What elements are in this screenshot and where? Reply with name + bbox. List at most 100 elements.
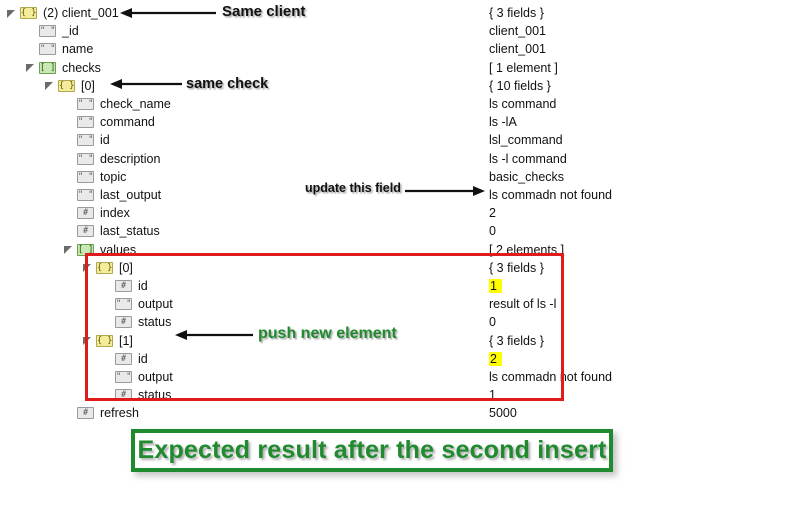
string-icon: " " <box>39 43 56 56</box>
tree-row[interactable]: [ ] checks [ 1 element ] <box>0 59 806 77</box>
expander-triangle-icon[interactable] <box>45 77 55 95</box>
tree-row-key: status <box>138 388 172 403</box>
tree-row-key: checks <box>62 60 101 75</box>
tree-row[interactable]: # id 1 <box>0 277 806 295</box>
expander-triangle-icon[interactable] <box>7 4 17 22</box>
tree-row[interactable]: " " command ls -lA <box>0 113 806 131</box>
string-icon: " " <box>115 371 132 383</box>
expander-triangle-icon[interactable] <box>83 332 93 350</box>
string-icon: " " <box>77 134 94 147</box>
tree-row[interactable]: # status 0 <box>0 313 806 331</box>
object-icon: { } <box>96 334 113 347</box>
tree-row-key: [1] <box>119 333 133 348</box>
tree-row[interactable]: { } [0] { 3 fields } <box>0 259 806 277</box>
tree-row-value: 0 <box>489 315 496 330</box>
tree-row[interactable]: " " id lsl_command <box>0 131 806 149</box>
tree-row-key: id <box>100 133 110 148</box>
tree-row-key: last_output <box>100 188 162 202</box>
tree-row-value: { 3 fields } <box>489 333 544 348</box>
tree-row[interactable]: " " _id client_001 <box>0 22 806 40</box>
tree-row-value: 5000 <box>489 406 517 421</box>
tree-row[interactable]: [ ] values [ 2 elements ] <box>0 241 806 259</box>
tree-row-key: name <box>62 42 94 57</box>
tree-row[interactable]: " " last_output ls commadn not found <box>0 186 806 204</box>
expected-result-banner: Expected result after the second insert <box>131 429 613 472</box>
expander-triangle-icon[interactable] <box>26 59 36 77</box>
object-icon: { } <box>96 261 113 274</box>
string-icon: " " <box>77 116 94 129</box>
number-icon: # <box>115 389 132 402</box>
tree-row-key: status <box>138 315 172 330</box>
annotation-label-same-client: Same client <box>222 3 306 20</box>
tree-row-value: { 10 fields } <box>489 78 551 93</box>
tree-row-value: client_001 <box>489 42 546 57</box>
string-icon: " " <box>39 25 56 38</box>
tree-row-value: ls -l command <box>489 151 567 166</box>
annotation-arrow-push-new-element <box>175 330 253 340</box>
tree-row-value: ls -lA <box>489 115 517 130</box>
tree-row-value: ls commadn not found <box>489 370 612 384</box>
string-icon: " " <box>77 170 94 183</box>
annotation-label-push-new-element: push new element <box>258 325 397 342</box>
tree-row-value-highlighted: 2 <box>489 350 502 368</box>
tree-row-value: [ 1 element ] <box>489 60 558 75</box>
tree-row-value: ls command <box>489 97 557 111</box>
tree-row-value: 2 <box>489 206 496 221</box>
expander-triangle-icon[interactable] <box>64 241 74 259</box>
object-icon: { } <box>20 7 37 19</box>
number-icon: # <box>77 207 94 220</box>
tree-row-key: id <box>138 351 148 366</box>
string-icon: " " <box>115 298 132 311</box>
tree-row[interactable]: # index 2 <box>0 204 806 222</box>
tree-row-key: [0] <box>81 78 95 93</box>
tree-row-value: lsl_command <box>489 133 563 148</box>
expander-triangle-icon[interactable] <box>83 259 93 277</box>
tree-row[interactable]: # id 2 <box>0 350 806 368</box>
tree-row-key: description <box>100 151 161 166</box>
annotation-arrow-same-check <box>110 79 182 89</box>
tree-row[interactable]: # status 1 <box>0 386 806 404</box>
array-icon: [ ] <box>77 243 94 256</box>
number-icon: # <box>115 280 132 292</box>
string-icon: " " <box>77 152 94 165</box>
tree-row[interactable]: " " description ls -l command <box>0 150 806 168</box>
tree-row-value: 0 <box>489 224 496 239</box>
tree-row-value: [ 2 elements ] <box>489 242 565 257</box>
number-icon: # <box>115 316 132 329</box>
tree-row[interactable]: " " output result of ls -l <box>0 295 806 313</box>
tree-row-key: output <box>138 370 173 384</box>
tree-row[interactable]: " " topic basic_checks <box>0 168 806 186</box>
array-icon: [ ] <box>39 61 56 74</box>
annotation-arrow-same-client <box>120 8 216 18</box>
annotation-label-same-check: same check <box>186 76 269 92</box>
number-icon: # <box>77 407 94 420</box>
tree-row-value: { 3 fields } <box>489 6 544 20</box>
annotation-label-update-this-field: update this field <box>305 181 401 195</box>
annotation-arrow-update-this-field <box>405 186 485 196</box>
tree-row[interactable]: # refresh 5000 <box>0 404 806 422</box>
tree-row[interactable]: " " output ls commadn not found <box>0 368 806 386</box>
tree-row-value: result of ls -l <box>489 297 557 312</box>
tree-row-key: output <box>138 297 173 312</box>
tree-row-key: last_status <box>100 224 160 239</box>
tree-row-key: check_name <box>100 97 171 111</box>
tree-row-value: ls commadn not found <box>489 188 612 202</box>
tree-row-key: id <box>138 279 148 293</box>
tree-row-value: 1 <box>489 388 496 403</box>
tree-row-value: basic_checks <box>489 169 565 184</box>
tree-row-key: _id <box>62 24 79 39</box>
tree-row-key: index <box>100 206 130 221</box>
tree-row[interactable]: " " name client_001 <box>0 40 806 58</box>
tree-row-key: [0] <box>119 260 133 275</box>
tree-row-key: refresh <box>100 406 139 421</box>
tree-row[interactable]: # last_status 0 <box>0 222 806 240</box>
tree-row-key: (2) client_001 <box>43 6 119 20</box>
tree-row[interactable]: { } [1] { 3 fields } <box>0 332 806 350</box>
number-icon: # <box>115 352 132 365</box>
tree-row[interactable]: " " check_name ls command <box>0 95 806 113</box>
tree-row-value: client_001 <box>489 24 546 39</box>
tree-row-key: command <box>100 115 155 130</box>
expected-result-banner-label: Expected result after the second insert <box>137 436 607 464</box>
tree-row-key: topic <box>100 169 127 184</box>
tree-row-value-highlighted: 1 <box>489 277 502 295</box>
